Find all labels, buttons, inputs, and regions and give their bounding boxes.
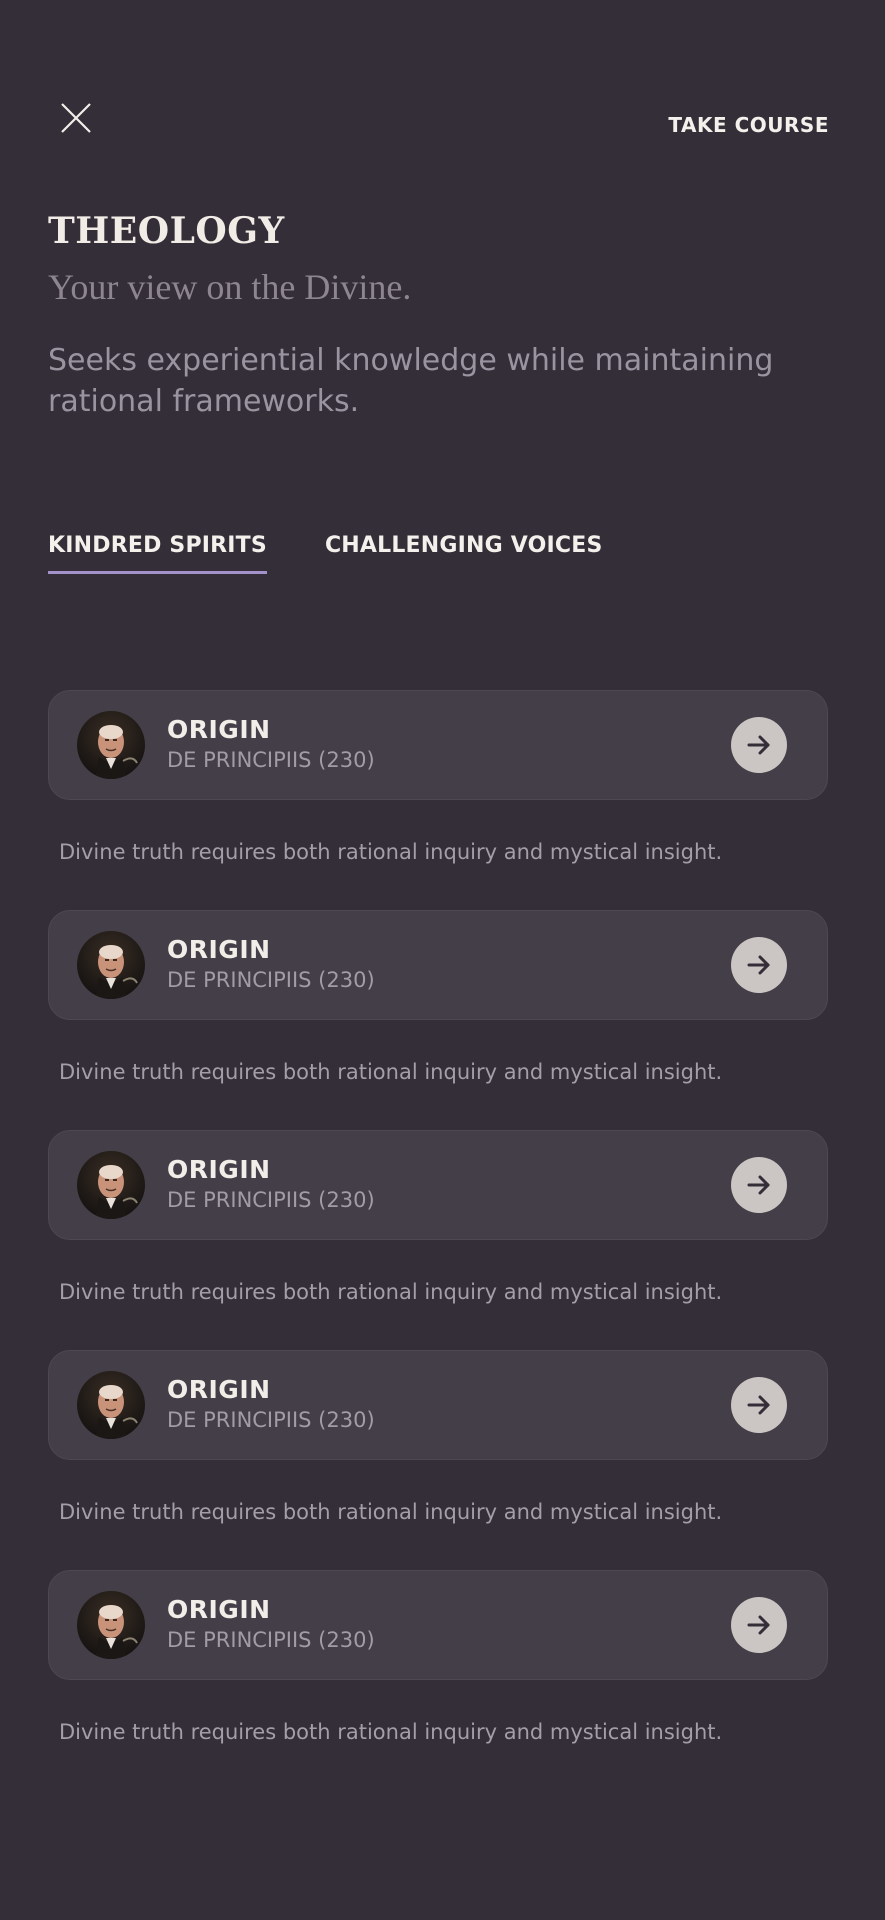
- thinker-name: ORIGIN: [167, 935, 271, 964]
- close-button[interactable]: [56, 98, 96, 138]
- open-button[interactable]: [731, 1157, 787, 1213]
- list-item: ORIGIN DE PRINCIPIIS (230) Divine truth …: [48, 690, 828, 910]
- thinker-quote: Divine truth requires both rational inqu…: [59, 840, 723, 864]
- close-icon: [61, 103, 91, 133]
- open-button[interactable]: [731, 1597, 787, 1653]
- thinker-card[interactable]: ORIGIN DE PRINCIPIIS (230): [48, 690, 828, 800]
- open-button[interactable]: [731, 937, 787, 993]
- avatar: [77, 931, 145, 999]
- thinker-card[interactable]: ORIGIN DE PRINCIPIIS (230): [48, 1570, 828, 1680]
- thinker-work: DE PRINCIPIIS (230): [167, 748, 375, 772]
- thinker-card[interactable]: ORIGIN DE PRINCIPIIS (230): [48, 1130, 828, 1240]
- arrow-right-icon: [747, 1395, 770, 1415]
- thinker-name: ORIGIN: [167, 1155, 271, 1184]
- arrow-right-icon: [747, 1175, 770, 1195]
- thinker-list: ORIGIN DE PRINCIPIIS (230) Divine truth …: [48, 690, 828, 1790]
- tab-bar: KINDRED SPIRITS CHALLENGING VOICES: [48, 533, 603, 574]
- thinker-work: DE PRINCIPIIS (230): [167, 968, 375, 992]
- open-button[interactable]: [731, 717, 787, 773]
- page-subtitle: Your view on the Divine.: [48, 267, 412, 307]
- avatar: [77, 711, 145, 779]
- thinker-work: DE PRINCIPIIS (230): [167, 1628, 375, 1652]
- arrow-right-icon: [747, 1615, 770, 1635]
- tab-challenging-voices[interactable]: CHALLENGING VOICES: [325, 533, 603, 574]
- thinker-quote: Divine truth requires both rational inqu…: [59, 1280, 723, 1304]
- avatar: [77, 1151, 145, 1219]
- thinker-quote: Divine truth requires both rational inqu…: [59, 1500, 723, 1524]
- thinker-quote: Divine truth requires both rational inqu…: [59, 1720, 723, 1744]
- list-item: ORIGIN DE PRINCIPIIS (230) Divine truth …: [48, 1130, 828, 1350]
- page-title: THEOLOGY: [48, 210, 285, 252]
- take-course-button[interactable]: TAKE COURSE: [668, 113, 829, 137]
- page-description: Seeks experiential knowledge while maint…: [48, 343, 774, 419]
- thinker-name: ORIGIN: [167, 1375, 271, 1404]
- thinker-name: ORIGIN: [167, 715, 271, 744]
- thinker-work: DE PRINCIPIIS (230): [167, 1188, 375, 1212]
- thinker-quote: Divine truth requires both rational inqu…: [59, 1060, 723, 1084]
- tab-kindred-spirits[interactable]: KINDRED SPIRITS: [48, 533, 267, 574]
- arrow-right-icon: [747, 735, 770, 755]
- thinker-card[interactable]: ORIGIN DE PRINCIPIIS (230): [48, 1350, 828, 1460]
- list-item: ORIGIN DE PRINCIPIIS (230) Divine truth …: [48, 1570, 828, 1790]
- avatar: [77, 1371, 145, 1439]
- thinker-name: ORIGIN: [167, 1595, 271, 1624]
- thinker-card[interactable]: ORIGIN DE PRINCIPIIS (230): [48, 910, 828, 1020]
- arrow-right-icon: [747, 955, 770, 975]
- list-item: ORIGIN DE PRINCIPIIS (230) Divine truth …: [48, 910, 828, 1130]
- list-item: ORIGIN DE PRINCIPIIS (230) Divine truth …: [48, 1350, 828, 1570]
- avatar: [77, 1591, 145, 1659]
- thinker-work: DE PRINCIPIIS (230): [167, 1408, 375, 1432]
- open-button[interactable]: [731, 1377, 787, 1433]
